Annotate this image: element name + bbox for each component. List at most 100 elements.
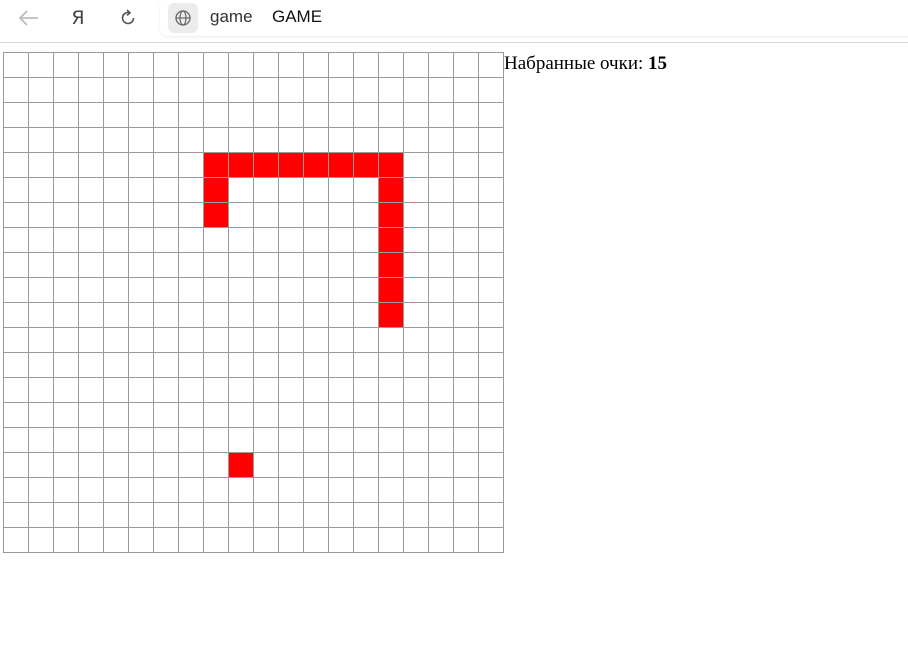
grid-cell: [204, 528, 229, 553]
grid-cell: [479, 178, 504, 203]
grid-cell: [29, 203, 54, 228]
grid-cell: [354, 453, 379, 478]
grid-cell: [279, 128, 304, 153]
grid-cell: [179, 328, 204, 353]
grid-cell: [279, 353, 304, 378]
grid-cell: [379, 428, 404, 453]
grid-cell: [4, 78, 29, 103]
grid-cell: [279, 103, 304, 128]
grid-cell: [204, 278, 229, 303]
grid-cell: [29, 53, 54, 78]
grid-cell: [404, 203, 429, 228]
grid-cell: [479, 203, 504, 228]
grid-cell: [79, 403, 104, 428]
grid-cell: [454, 428, 479, 453]
grid-cell: [454, 228, 479, 253]
grid-cell: [304, 453, 329, 478]
grid-cell: [254, 453, 279, 478]
grid-cell: [379, 53, 404, 78]
grid-cell: [254, 203, 279, 228]
grid-cell: [254, 303, 279, 328]
grid-cell: [129, 78, 154, 103]
grid-cell: [404, 178, 429, 203]
grid-cell: [129, 203, 154, 228]
grid-cell: [229, 528, 254, 553]
grid-cell: [329, 253, 354, 278]
grid-cell: [329, 303, 354, 328]
grid-cell: [279, 503, 304, 528]
grid-cell: [279, 203, 304, 228]
back-arrow-icon[interactable]: [14, 4, 44, 32]
grid-cell: [154, 278, 179, 303]
grid-cell: [279, 228, 304, 253]
grid-cell: [179, 378, 204, 403]
score-display: Набранные очки: 15: [504, 53, 667, 75]
grid-cell: [29, 303, 54, 328]
grid-cell: [404, 428, 429, 453]
grid-cell: [54, 128, 79, 153]
globe-icon[interactable]: [168, 3, 198, 33]
grid-cell: [454, 153, 479, 178]
grid-cell: [329, 103, 354, 128]
grid-cell: [154, 153, 179, 178]
grid-cell: [179, 153, 204, 178]
snake-segment: [329, 153, 354, 178]
grid-cell: [354, 303, 379, 328]
game-board[interactable]: [3, 52, 504, 553]
grid-cell: [379, 378, 404, 403]
grid-cell: [154, 228, 179, 253]
grid-cell: [254, 253, 279, 278]
grid-cell: [429, 478, 454, 503]
grid-cell: [429, 378, 454, 403]
snake-segment: [304, 153, 329, 178]
grid-cell: [129, 403, 154, 428]
grid-cell: [304, 53, 329, 78]
grid-cell: [279, 403, 304, 428]
grid-cell: [429, 153, 454, 178]
snake-segment: [379, 178, 404, 203]
grid-cell: [79, 378, 104, 403]
grid-cell: [54, 253, 79, 278]
yandex-icon[interactable]: Я: [63, 4, 93, 32]
grid-cell: [379, 478, 404, 503]
grid-cell: [304, 528, 329, 553]
grid-cell: [104, 278, 129, 303]
grid-cell: [254, 353, 279, 378]
grid-cell: [29, 478, 54, 503]
grid-cell: [29, 253, 54, 278]
grid-cell: [4, 453, 29, 478]
grid-cell: [354, 203, 379, 228]
grid-cell: [4, 153, 29, 178]
grid-cell: [229, 103, 254, 128]
grid-cell: [454, 478, 479, 503]
grid-cell: [4, 353, 29, 378]
address-bar[interactable]: game GAME: [160, 0, 908, 36]
grid-cell: [429, 53, 454, 78]
grid-cell: [129, 153, 154, 178]
grid-cell: [329, 353, 354, 378]
grid-cell: [154, 203, 179, 228]
grid-cell: [129, 478, 154, 503]
grid-cell: [379, 353, 404, 378]
grid-cell: [29, 403, 54, 428]
grid-cell: [104, 53, 129, 78]
grid-cell: [54, 528, 79, 553]
grid-cell: [204, 228, 229, 253]
grid-cell: [404, 503, 429, 528]
grid-cell: [4, 203, 29, 228]
grid-cell: [404, 153, 429, 178]
grid-cell: [479, 303, 504, 328]
grid-cell: [429, 303, 454, 328]
grid-cell: [54, 403, 79, 428]
grid-cell: [479, 78, 504, 103]
grid-cell: [329, 178, 354, 203]
grid-cell: [154, 253, 179, 278]
grid-cell: [329, 278, 354, 303]
snake-segment: [204, 203, 229, 228]
grid-cell: [254, 478, 279, 503]
grid-cell: [329, 228, 354, 253]
grid-cell: [29, 103, 54, 128]
grid-cell: [229, 128, 254, 153]
grid-cell: [4, 53, 29, 78]
reload-icon[interactable]: [113, 4, 143, 32]
